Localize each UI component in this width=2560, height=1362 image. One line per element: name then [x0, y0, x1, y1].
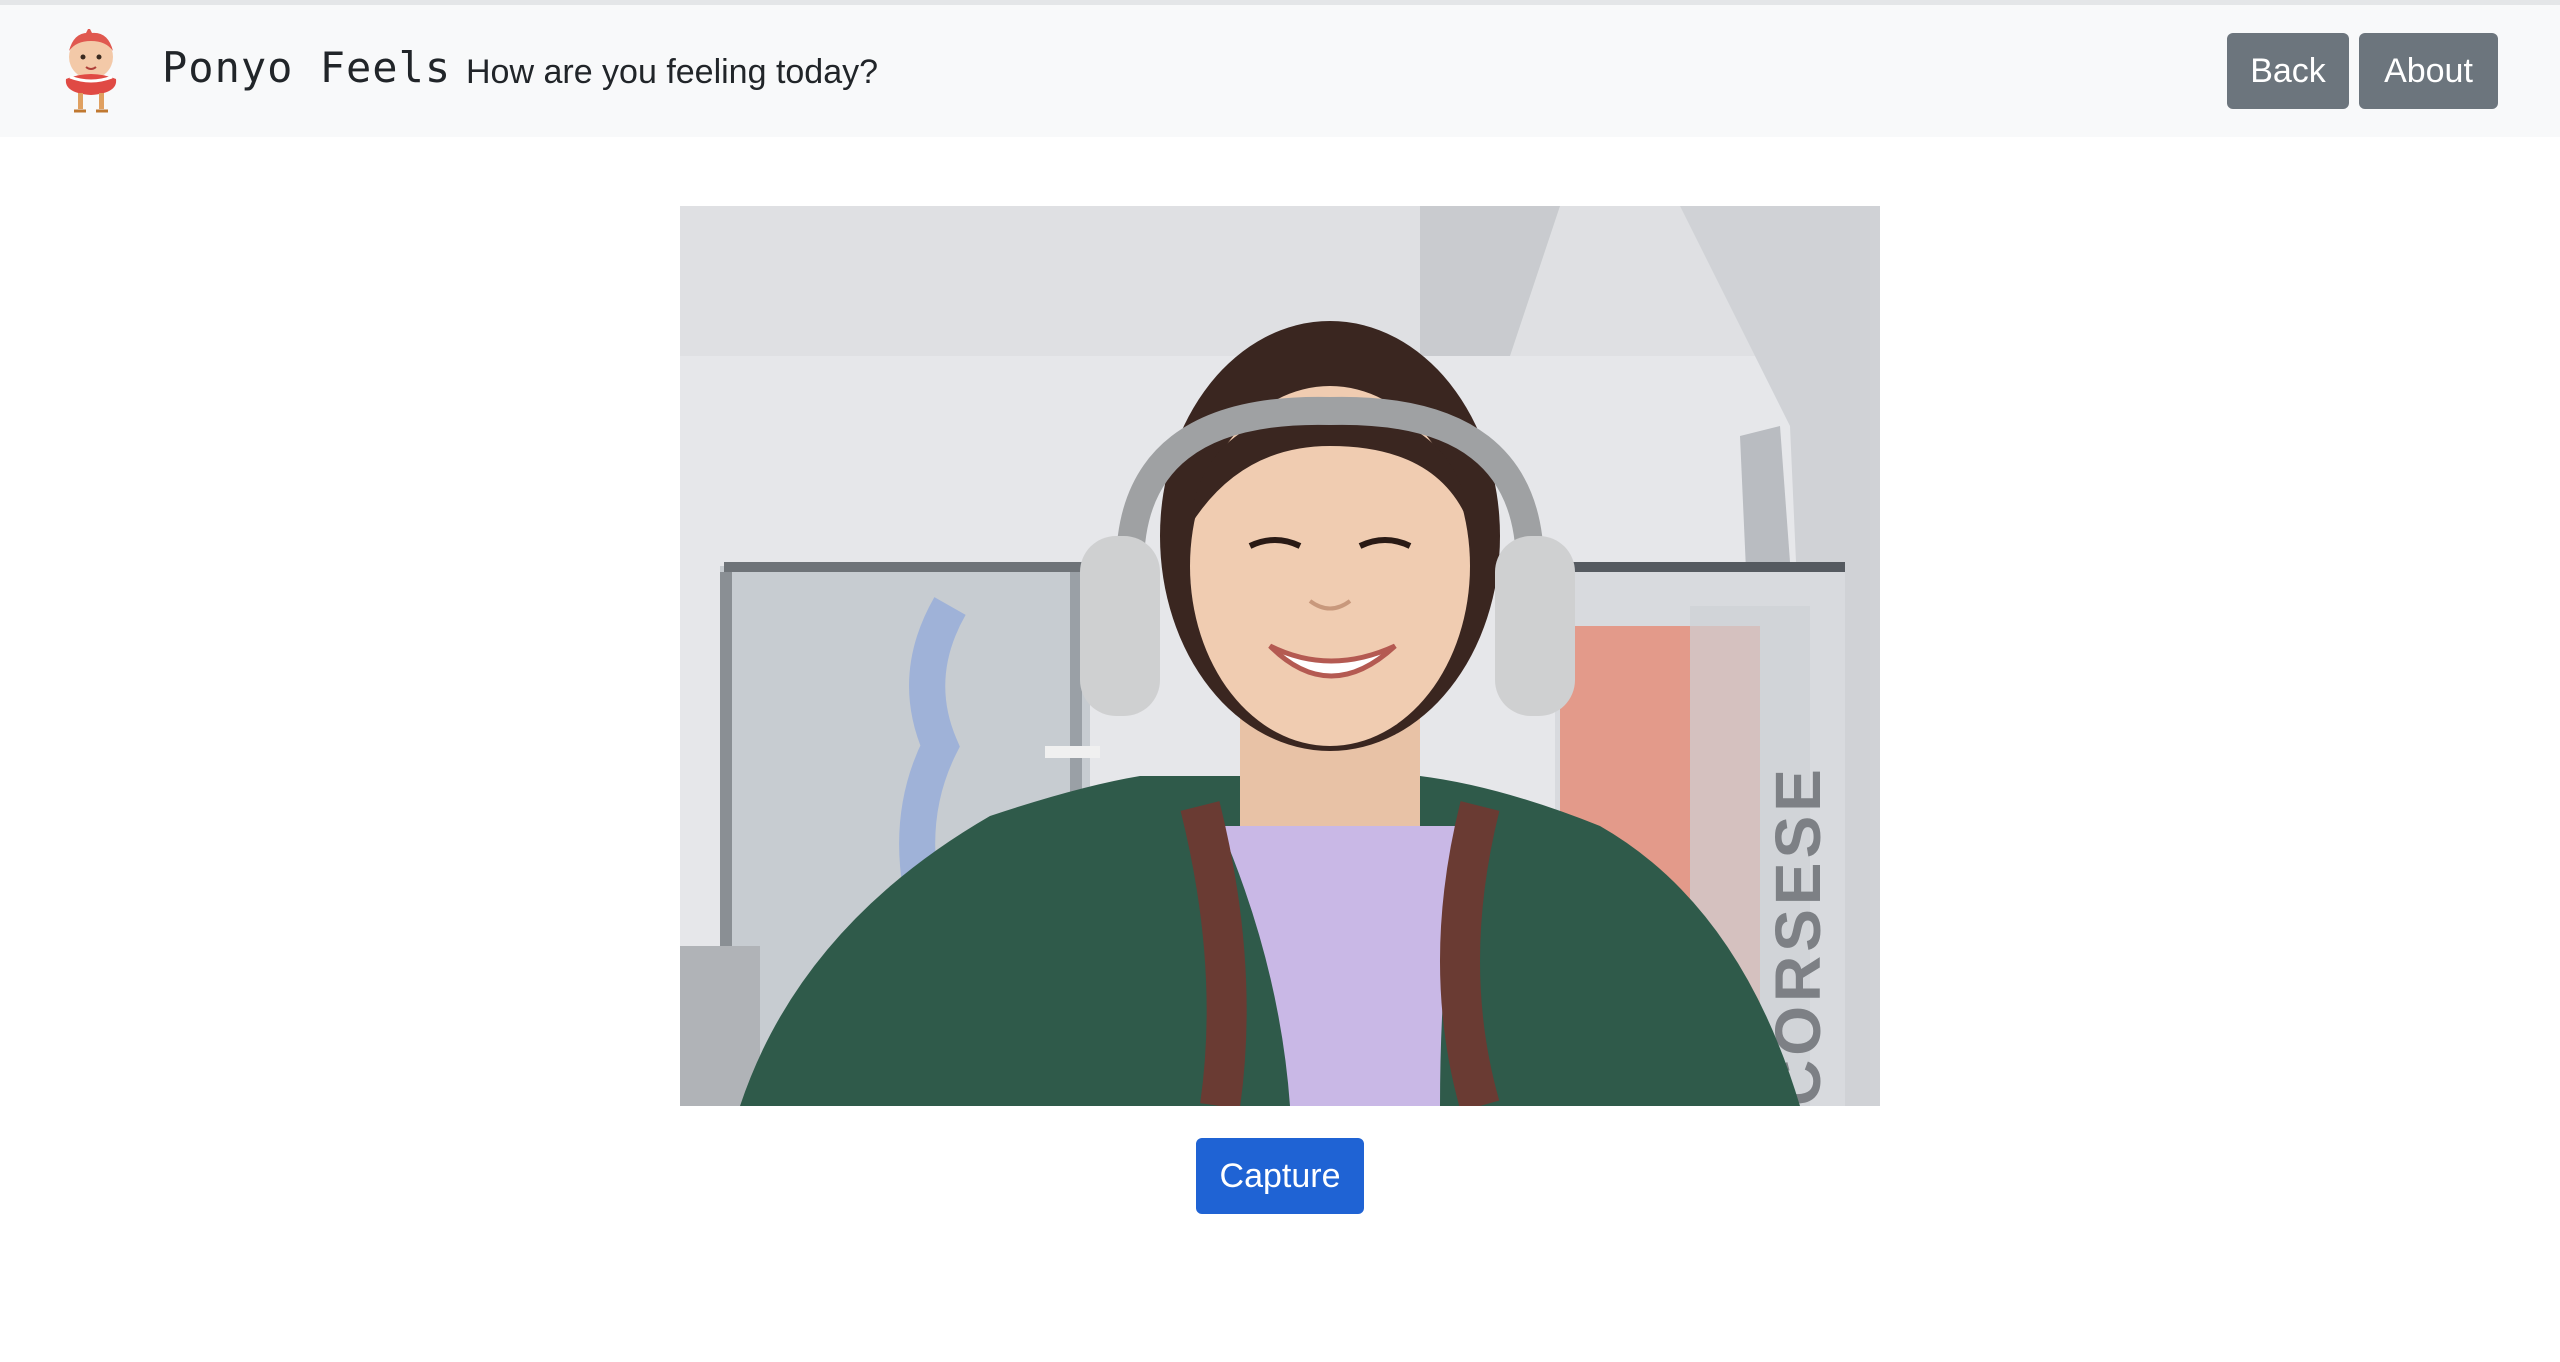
webcam-video-feed: CORSESE [680, 206, 1880, 1106]
about-button[interactable]: About [2359, 33, 2498, 109]
ponyo-logo-icon[interactable] [56, 27, 126, 117]
brand-title[interactable]: Ponyo Feels [162, 43, 451, 92]
capture-button[interactable]: Capture [1196, 1138, 1364, 1214]
page-tagline: How are you feeling today? [466, 53, 879, 91]
navbar: Ponyo Feels How are you feeling today? B… [0, 5, 2560, 137]
back-button[interactable]: Back [2227, 33, 2349, 109]
